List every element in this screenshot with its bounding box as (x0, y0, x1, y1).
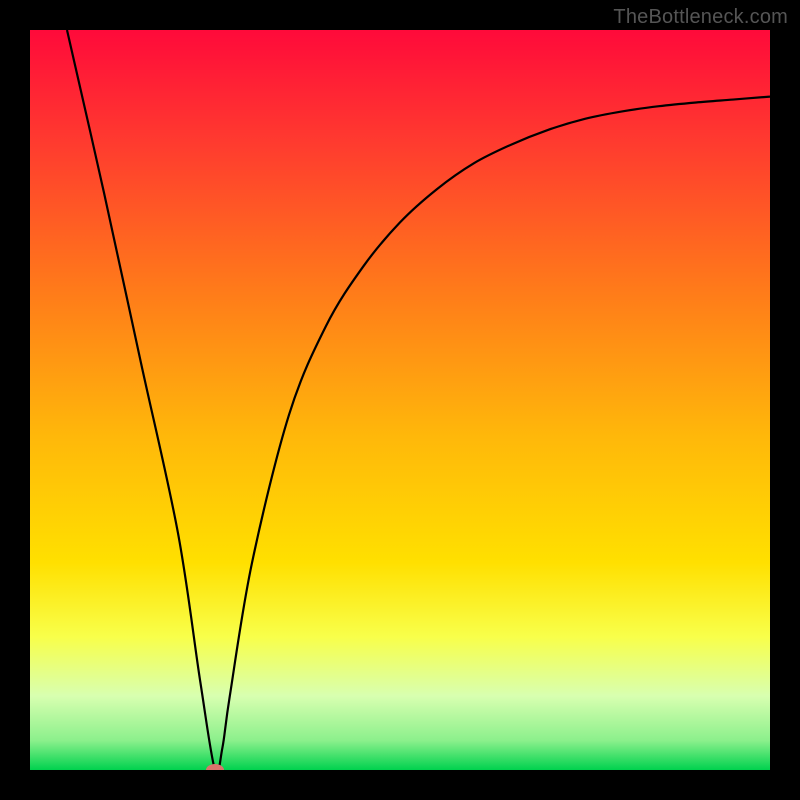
gradient-background (30, 30, 770, 770)
bottleneck-chart (30, 30, 770, 770)
watermark-text: TheBottleneck.com (613, 6, 788, 29)
chart-frame (30, 30, 770, 770)
